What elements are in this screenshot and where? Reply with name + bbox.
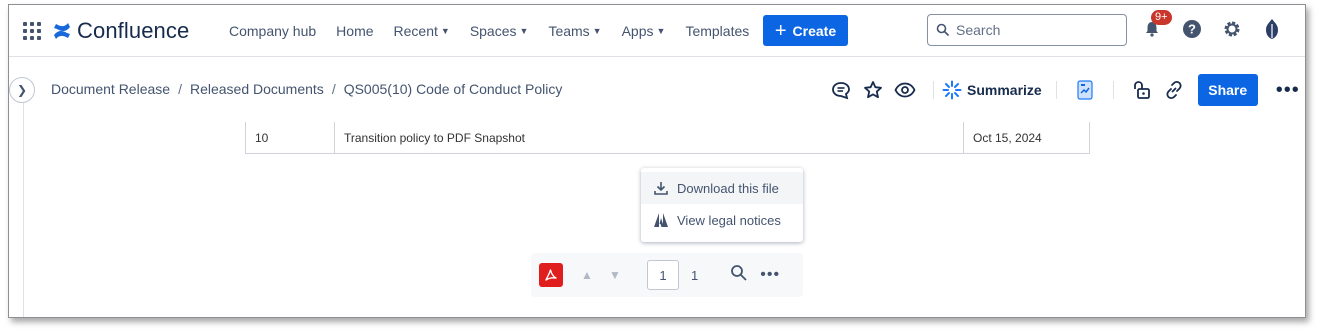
previous-page-icon[interactable]: ▲ — [573, 268, 601, 282]
next-page-icon[interactable]: ▼ — [601, 268, 629, 282]
table-cell-version: 10 — [246, 122, 335, 153]
app-name: Confluence — [77, 18, 190, 43]
total-pages: 1 — [691, 267, 699, 283]
comment-button[interactable] — [829, 78, 853, 102]
summarize-icon — [942, 80, 962, 100]
pdf-search-button[interactable] — [730, 264, 748, 287]
menu-item-download[interactable]: Download this file — [641, 172, 803, 204]
search-input[interactable] — [956, 22, 1116, 38]
search-icon — [731, 264, 747, 281]
avatar-icon — [1266, 19, 1278, 39]
plus-icon: + — [774, 19, 787, 42]
pdf-toolbar: ▲ ▼ 1 1 ••• — [531, 253, 803, 297]
search-box[interactable] — [927, 14, 1127, 46]
sidebar-divider — [23, 103, 24, 317]
create-label: Create — [792, 22, 837, 39]
browser-frame: Confluence Company hub Home Recent ▼ Spac… — [8, 4, 1306, 318]
confluence-logo-icon — [54, 23, 70, 39]
notification-badge: 9+ — [1151, 10, 1172, 25]
chevron-down-icon: ▼ — [592, 26, 602, 36]
svg-text:?: ? — [1188, 22, 1196, 37]
table-cell-description: Transition policy to PDF Snapshot — [335, 122, 964, 153]
profile-button[interactable] — [1259, 16, 1285, 42]
chevron-down-icon: ▼ — [440, 26, 450, 36]
help-button[interactable]: ? — [1179, 16, 1205, 42]
nav-label: Teams — [548, 23, 590, 39]
app-button[interactable] — [1073, 78, 1097, 102]
nav-apps[interactable]: Apps ▼ — [612, 23, 676, 39]
toolbar-divider — [1112, 81, 1114, 99]
breadcrumb-separator: / — [178, 81, 182, 97]
nav-company-hub[interactable]: Company hub — [219, 23, 326, 39]
summarize-button[interactable]: Summarize — [942, 80, 1042, 100]
menu-item-legal[interactable]: View legal notices — [641, 204, 803, 236]
toolbar-divider — [1055, 81, 1057, 99]
adobe-icon — [654, 213, 668, 227]
create-button[interactable]: + Create — [763, 15, 848, 46]
breadcrumb-item[interactable]: Document Release — [51, 81, 170, 97]
notifications-button[interactable]: 9+ — [1139, 10, 1172, 42]
nav-label: Apps — [621, 23, 654, 39]
share-button[interactable]: Share — [1197, 74, 1258, 106]
nav-teams[interactable]: Teams ▼ — [538, 23, 611, 39]
chevron-right-icon: ❯ — [16, 83, 28, 97]
page-actions: Summarize Share ••• — [829, 74, 1300, 106]
watch-button[interactable] — [893, 78, 917, 102]
more-actions-icon[interactable]: ••• — [1276, 79, 1300, 102]
settings-button[interactable] — [1219, 16, 1245, 42]
toolbar-divider — [933, 81, 934, 99]
table-row: 10 Transition policy to PDF Snapshot Oct… — [245, 122, 1090, 154]
chevron-down-icon: ▼ — [656, 26, 666, 36]
app-icon — [1077, 80, 1093, 100]
right-nav: 9+ ? — [1139, 10, 1285, 42]
nav-home[interactable]: Home — [326, 23, 383, 39]
menu-item-label: Download this file — [677, 180, 779, 196]
breadcrumb-separator: / — [331, 81, 336, 97]
link-icon — [1166, 80, 1182, 100]
share-label: Share — [1208, 82, 1248, 98]
search-icon — [936, 23, 950, 37]
breadcrumb: Document Release / Released Documents / … — [51, 81, 562, 97]
breadcrumb-current[interactable]: QS005(10) Code of Conduct Policy — [344, 81, 563, 97]
star-button[interactable] — [861, 78, 885, 102]
app-switcher-icon[interactable] — [23, 22, 41, 40]
watch-icon — [894, 82, 916, 98]
more-icon[interactable]: ••• — [760, 266, 780, 284]
comment-icon — [832, 82, 850, 100]
table-cell-date: Oct 15, 2024 — [973, 130, 1042, 145]
gear-icon — [1224, 21, 1240, 37]
unlock-icon — [1133, 81, 1150, 99]
confluence-logo[interactable]: Confluence — [53, 18, 189, 44]
page-number-input[interactable]: 1 — [647, 260, 679, 290]
menu-item-label: View legal notices — [677, 212, 781, 228]
breadcrumb-item[interactable]: Released Documents — [190, 81, 324, 97]
restrictions-button[interactable] — [1130, 78, 1154, 102]
pdf-icon — [539, 263, 563, 287]
nav-spaces[interactable]: Spaces ▼ — [460, 23, 539, 39]
nav-label: Home — [336, 23, 374, 39]
nav-label: Templates — [685, 23, 750, 39]
summarize-label: Summarize — [967, 82, 1042, 98]
top-navigation: Confluence Company hub Home Recent ▼ Spac… — [9, 5, 1305, 57]
nav-label: Company hub — [229, 23, 317, 39]
acrobat-icon — [545, 269, 557, 281]
copy-link-button[interactable] — [1162, 78, 1186, 102]
nav-label: Recent — [393, 23, 438, 39]
nav-links: Company hub Home Recent ▼ Spaces ▼ Teams ▼ … — [219, 5, 759, 57]
pdf-options-menu: Download this file View legal notices — [641, 168, 803, 242]
star-icon — [864, 81, 882, 99]
nav-templates[interactable]: Templates — [675, 23, 759, 39]
chevron-down-icon: ▼ — [519, 26, 529, 36]
nav-recent[interactable]: Recent ▼ — [384, 23, 460, 39]
download-icon — [654, 182, 668, 195]
expand-sidebar-button[interactable]: ❯ — [9, 77, 35, 103]
help-icon: ? — [1183, 20, 1201, 38]
nav-label: Spaces — [469, 23, 517, 39]
